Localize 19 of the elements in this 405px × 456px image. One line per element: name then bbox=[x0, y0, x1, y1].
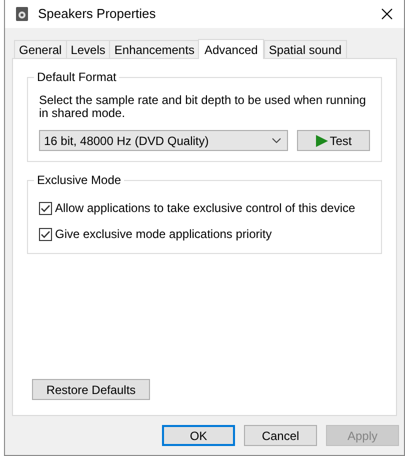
format-dropdown[interactable]: 16 bit, 48000 Hz (DVD Quality) bbox=[39, 130, 288, 151]
restore-defaults-button[interactable]: Restore Defaults bbox=[32, 379, 150, 400]
chevron-down-icon bbox=[272, 138, 282, 143]
tab[interactable]: Advanced bbox=[198, 39, 264, 59]
checkbox[interactable] bbox=[39, 228, 52, 240]
test-button[interactable]: Test bbox=[297, 130, 370, 151]
checkbox-label: Give exclusive mode applications priority bbox=[55, 226, 272, 243]
checkbox-label: Allow applications to take exclusive control of this device bbox=[55, 200, 356, 217]
dialog-button[interactable]: OK bbox=[162, 425, 235, 446]
checkbox[interactable] bbox=[39, 202, 52, 214]
dialog-button[interactable]: Cancel bbox=[244, 425, 317, 446]
tab[interactable]: Spatial sound bbox=[264, 40, 347, 58]
play-icon bbox=[316, 134, 328, 146]
format-description: Select the sample rate and bit depth to be used when running in shared mode. bbox=[39, 94, 367, 120]
window-title: Speakers Properties bbox=[38, 5, 156, 24]
close-icon[interactable] bbox=[381, 8, 393, 20]
speaker-icon bbox=[16, 7, 28, 21]
dropdown-value: 16 bit, 48000 Hz (DVD Quality) bbox=[44, 132, 209, 150]
tab[interactable]: General bbox=[14, 40, 67, 58]
